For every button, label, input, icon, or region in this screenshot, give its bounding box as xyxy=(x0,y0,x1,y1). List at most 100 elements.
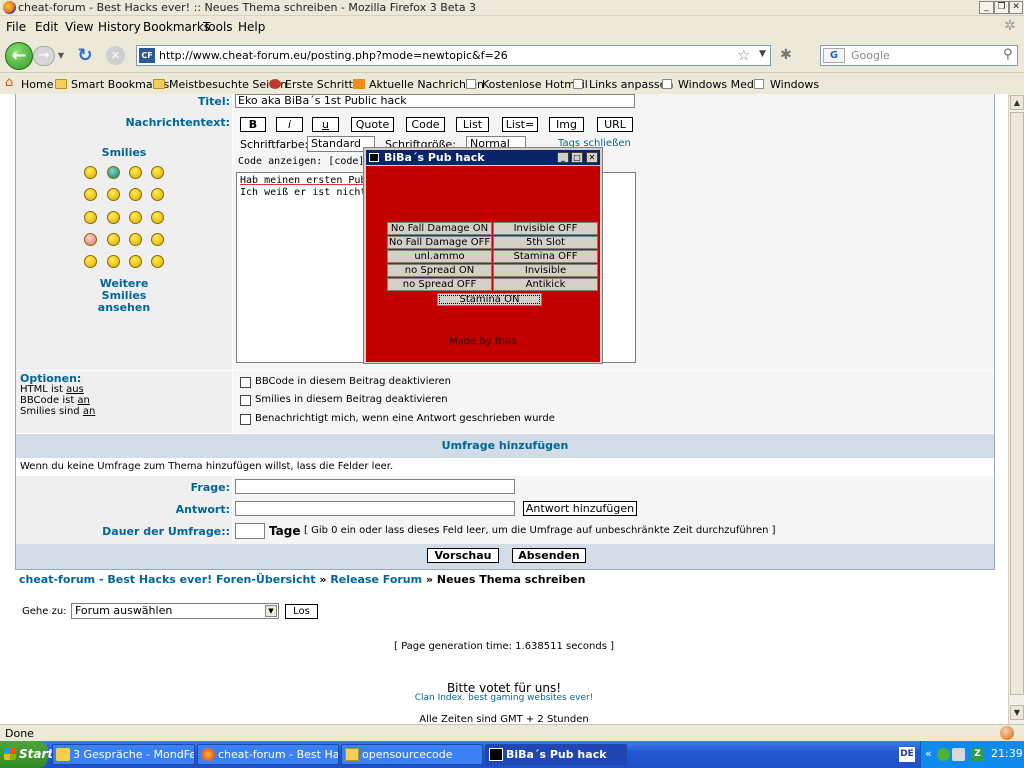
language-indicator[interactable]: DE xyxy=(899,747,915,762)
addon-status-icon[interactable] xyxy=(1000,726,1014,740)
add-answer-button[interactable]: Antwort hinzufügen xyxy=(523,501,637,516)
smilies-status-link[interactable]: an xyxy=(83,406,95,417)
forward-button[interactable]: → xyxy=(33,46,55,66)
task-chat[interactable]: 3 Gespräche - MondFee ... xyxy=(52,744,195,765)
smiley-icon[interactable] xyxy=(84,188,97,201)
bbcode-img-button[interactable]: Img xyxy=(549,117,584,132)
smiley-icon[interactable] xyxy=(151,255,164,268)
invisible-off-button[interactable]: Invisible OFF xyxy=(493,222,598,235)
menu-bookmarks[interactable]: Bookmarks xyxy=(143,20,210,34)
invisible-button[interactable]: Invisible xyxy=(493,264,598,277)
no-fall-damage-on-button[interactable]: No Fall Damage ON xyxy=(387,222,492,235)
no-spread-on-button[interactable]: no Spread ON xyxy=(387,264,492,277)
smiley-icon[interactable] xyxy=(84,166,97,179)
menu-view[interactable]: View xyxy=(65,20,93,34)
no-fall-damage-off-button[interactable]: No Fall Damage OFF xyxy=(387,236,492,249)
smiley-icon[interactable] xyxy=(151,166,164,179)
breadcrumb-home-link[interactable]: cheat-forum - Best Hacks ever! Foren-Übe… xyxy=(19,573,316,586)
menu-edit[interactable]: Edit xyxy=(35,20,58,34)
smiley-icon[interactable] xyxy=(84,211,97,224)
bbcode-status-link[interactable]: an xyxy=(77,395,89,406)
bbcode-bold-button[interactable]: B xyxy=(240,117,266,132)
bookmark-home[interactable]: Home xyxy=(21,78,53,91)
network-icon[interactable] xyxy=(952,748,965,761)
close-button[interactable]: ✕ xyxy=(1009,1,1023,14)
smiley-icon[interactable] xyxy=(151,211,164,224)
smiley-icon[interactable] xyxy=(84,255,97,268)
disable-bbcode-checkbox[interactable] xyxy=(240,377,251,388)
search-box[interactable]: G Google ⚲ xyxy=(820,45,1018,66)
smiley-icon[interactable] xyxy=(107,255,120,268)
hack-minimize-button[interactable]: _ xyxy=(557,152,569,163)
smiley-icon[interactable] xyxy=(107,166,120,179)
disable-smilies-checkbox[interactable] xyxy=(240,395,251,406)
breadcrumb-forum-link[interactable]: Release Forum xyxy=(330,573,422,586)
scroll-down-icon[interactable]: ▼ xyxy=(1010,705,1024,720)
smiley-icon[interactable] xyxy=(129,211,142,224)
url-bar[interactable]: CF http://www.cheat-forum.eu/posting.php… xyxy=(136,45,771,66)
menu-help[interactable]: Help xyxy=(238,20,265,34)
vertical-scrollbar[interactable]: ▲ ▼ xyxy=(1008,94,1024,724)
bbcode-url-button[interactable]: URL xyxy=(597,117,633,132)
restore-button[interactable]: ❐ xyxy=(994,1,1009,14)
reload-button[interactable]: ↻ xyxy=(74,45,96,67)
smiley-icon[interactable] xyxy=(107,188,120,201)
preview-button[interactable]: Vorschau xyxy=(427,548,499,563)
stamina-off-button[interactable]: Stamina OFF xyxy=(493,250,598,263)
task-folder[interactable]: opensourcecode xyxy=(341,744,483,765)
bbcode-quote-button[interactable]: Quote xyxy=(351,117,394,132)
back-button[interactable]: ← xyxy=(5,42,33,70)
url-dropdown-icon[interactable]: ▼ xyxy=(759,49,766,59)
no-spread-off-button[interactable]: no Spread OFF xyxy=(387,278,492,291)
hack-close-button[interactable]: ✕ xyxy=(586,152,598,163)
poll-answer-input[interactable] xyxy=(235,501,515,516)
menu-file[interactable]: File xyxy=(6,20,26,34)
bookmark-erste-schritte[interactable]: Erste Schritte xyxy=(285,78,360,91)
menu-history[interactable]: History xyxy=(98,20,141,34)
antikick-button[interactable]: Antikick xyxy=(493,278,598,291)
submit-button[interactable]: Absenden xyxy=(512,548,586,563)
bbcode-code-button[interactable]: Code xyxy=(406,117,445,132)
menu-tools[interactable]: Tools xyxy=(203,20,233,34)
smiley-icon[interactable] xyxy=(129,166,142,179)
smiley-icon[interactable] xyxy=(129,255,142,268)
tray-expand-icon[interactable]: « xyxy=(925,747,932,760)
smiley-icon[interactable] xyxy=(129,188,142,201)
poll-duration-input[interactable] xyxy=(235,523,265,539)
tray-z-icon[interactable]: Z xyxy=(971,748,984,761)
chevron-down-icon[interactable]: ▼ xyxy=(265,605,277,617)
minimize-button[interactable]: _ xyxy=(979,1,994,14)
task-firefox[interactable]: cheat-forum - Best Hack... xyxy=(197,744,339,765)
html-status-link[interactable]: aus xyxy=(66,384,84,395)
google-engine-icon[interactable]: G xyxy=(823,48,845,63)
scroll-up-icon[interactable]: ▲ xyxy=(1010,95,1024,110)
bookmark-hotmail[interactable]: Kostenlose Hotmail xyxy=(482,78,588,91)
stop-button[interactable]: ✕ xyxy=(106,46,125,65)
title-input[interactable]: Eko aka BiBa´s 1st Public hack xyxy=(235,94,635,108)
bbcode-list-button[interactable]: List xyxy=(456,117,489,132)
bookmark-links-anpassen[interactable]: Links anpassen xyxy=(589,78,673,91)
task-hack-window[interactable]: BiBa´s Pub hack xyxy=(485,744,627,765)
bookmark-windows[interactable]: Windows xyxy=(770,78,819,91)
unl-ammo-button[interactable]: unl.ammo xyxy=(387,250,492,263)
bookmark-windows-media[interactable]: Windows Media xyxy=(678,78,764,91)
poll-question-input[interactable] xyxy=(235,479,515,494)
url-text[interactable]: http://www.cheat-forum.eu/posting.php?mo… xyxy=(159,49,508,62)
search-icon[interactable]: ⚲ xyxy=(1003,47,1013,62)
smiley-icon[interactable] xyxy=(84,233,97,246)
bookmark-star-icon[interactable]: ☆ xyxy=(737,46,750,64)
clan-index-link[interactable]: Clan Index. best gaming websites ever! xyxy=(0,693,1008,703)
bbcode-list-ordered-button[interactable]: List= xyxy=(502,117,538,132)
smiley-icon[interactable] xyxy=(107,211,120,224)
bbcode-underline-button[interactable]: u xyxy=(312,117,339,132)
fifth-slot-button[interactable]: 5th Slot xyxy=(493,236,598,249)
stamina-on-button[interactable]: Stamina ON xyxy=(437,293,542,306)
jump-go-button[interactable]: Los xyxy=(285,604,318,619)
smiley-icon[interactable] xyxy=(129,233,142,246)
more-smilies-link[interactable]: Weitere Smilies ansehen xyxy=(84,278,164,314)
notify-checkbox[interactable] xyxy=(240,414,251,425)
feed-icon[interactable]: ✱ xyxy=(780,47,792,63)
history-dropdown-icon[interactable]: ▼ xyxy=(56,49,66,63)
hack-maximize-button[interactable]: □ xyxy=(571,152,583,163)
search-input[interactable]: Google xyxy=(851,49,890,62)
